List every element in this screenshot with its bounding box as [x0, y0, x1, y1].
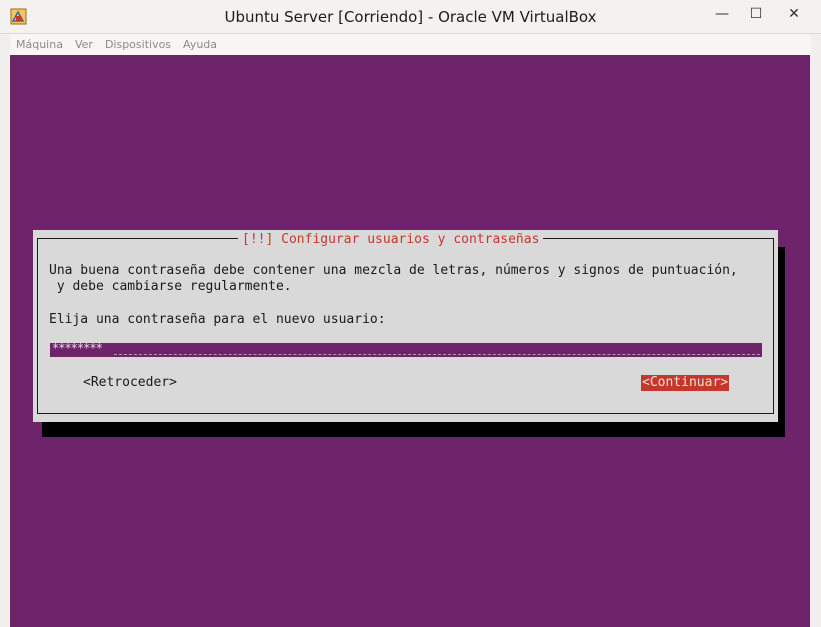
close-button[interactable]: ✕ — [772, 0, 816, 27]
dialog-message-line2: y debe cambiarse regularmente. — [49, 279, 292, 294]
input-underline — [114, 354, 760, 355]
continue-button[interactable]: <Continuar> — [641, 375, 730, 391]
menu-maquina[interactable]: Máquina — [10, 38, 69, 51]
menu-ver[interactable]: Ver — [69, 38, 99, 51]
virtualbox-window: Ubuntu Server [Corriendo] - Oracle VM Vi… — [0, 0, 821, 627]
installer-dialog: [!!] Configurar usuarios y contraseñas U… — [33, 230, 778, 422]
minimize-icon: — — [715, 5, 729, 22]
menu-bar: Máquina Ver Dispositivos Ayuda — [10, 34, 811, 55]
title-bar[interactable]: Ubuntu Server [Corriendo] - Oracle VM Vi… — [0, 0, 821, 34]
menu-ayuda[interactable]: Ayuda — [177, 38, 223, 51]
minimize-button[interactable]: — — [706, 0, 738, 27]
password-prompt: Elija una contraseña para el nuevo usuar… — [49, 312, 386, 327]
password-input[interactable]: ******** — [50, 341, 762, 357]
window-title: Ubuntu Server [Corriendo] - Oracle VM Vi… — [224, 8, 597, 26]
close-icon: ✕ — [788, 5, 800, 22]
dialog-message-line1: Una buena contraseña debe contener una m… — [49, 263, 738, 278]
maximize-icon: ☐ — [749, 5, 763, 22]
password-value: ******** — [52, 341, 103, 355]
back-button[interactable]: <Retroceder> — [83, 375, 177, 391]
menu-dispositivos[interactable]: Dispositivos — [99, 38, 177, 51]
dialog-title: [!!] Configurar usuarios y contraseñas — [238, 231, 544, 248]
maximize-button[interactable]: ☐ — [740, 0, 772, 27]
